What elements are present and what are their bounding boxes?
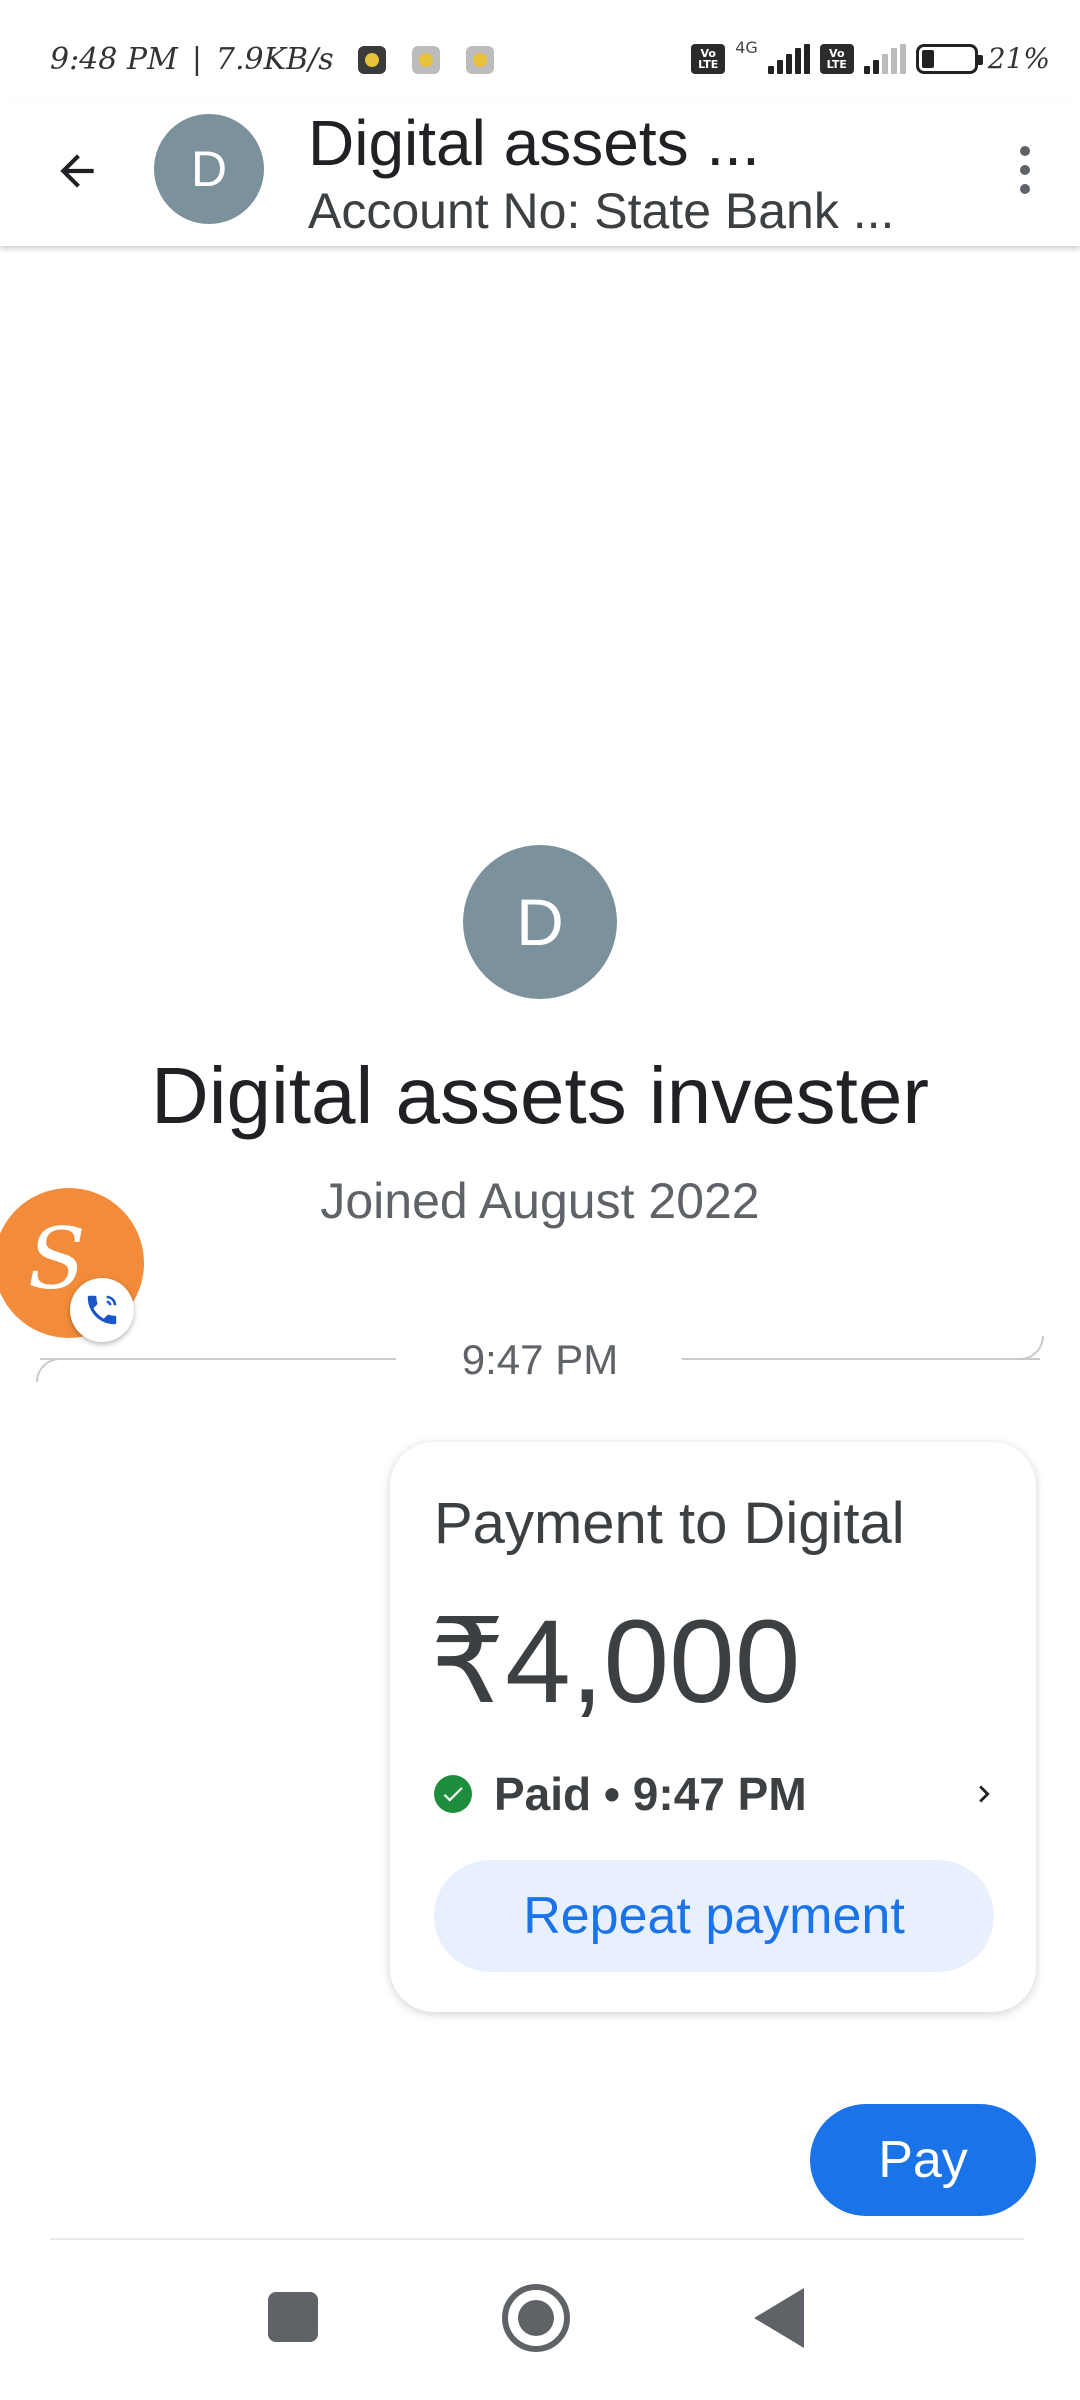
system-nav-bar — [0, 2242, 1080, 2400]
check-circle-icon — [434, 1775, 472, 1813]
divider-line — [682, 1358, 1040, 1360]
status-bar: 9:48 PM | 7.9KB/s Vo LTE 4G Vo LTE 21% — [0, 0, 1080, 100]
header-subtitle[interactable]: Account No: State Bank ... — [308, 182, 894, 240]
home-circle-icon[interactable] — [502, 2284, 570, 2352]
call-badge — [70, 1278, 134, 1342]
phone-call-icon — [87, 1295, 117, 1325]
more-vert-icon-dot — [1020, 146, 1030, 156]
notification-icons — [357, 45, 494, 74]
whatsapp-icon — [357, 45, 386, 74]
signal-icon — [767, 43, 810, 74]
back-triangle-icon[interactable] — [754, 2288, 804, 2348]
bottom-divider — [50, 2238, 1024, 2240]
status-left: 9:48 PM | 7.9KB/s — [50, 42, 494, 77]
header-avatar[interactable]: D — [154, 114, 264, 224]
chevron-right-icon[interactable] — [964, 1774, 1004, 1814]
repeat-payment-button[interactable]: Repeat payment — [434, 1860, 994, 1972]
more-vert-icon-dot — [1020, 165, 1030, 175]
contact-name: Digital assets invester — [150, 1051, 930, 1140]
payment-title: Payment to Digital — [434, 1491, 905, 1556]
battery-level: 21% — [987, 42, 1050, 75]
home-circle-inner — [518, 2300, 554, 2336]
media-app-icon — [465, 45, 494, 74]
payment-status-row[interactable]: Paid • 9:47 PM — [434, 1764, 1004, 1824]
volte-icon: Vo LTE — [691, 43, 726, 74]
header-avatar-letter: D — [190, 141, 228, 197]
floating-chat-head[interactable]: S — [0, 1188, 144, 1342]
app-header: D Digital assets ... Account No: State B… — [0, 100, 1080, 246]
contact-avatar: D — [463, 845, 617, 999]
more-vert-icon-dot — [1020, 184, 1030, 194]
signal-icon-2 — [863, 43, 906, 74]
network-speed: 7.9KB/s — [215, 42, 334, 77]
status-time: 9:48 PM — [50, 42, 178, 77]
arrow-left-icon — [60, 154, 94, 188]
divider-time: 9:47 PM — [461, 1336, 619, 1383]
more-options-button[interactable] — [990, 130, 1060, 210]
header-title[interactable]: Digital assets ... — [308, 106, 760, 180]
status-right: Vo LTE 4G Vo LTE 21% — [691, 38, 1050, 75]
network-type: 4G — [735, 38, 758, 57]
payment-card[interactable]: Payment to Digital ₹4,000 Paid • 9:47 PM… — [390, 1442, 1036, 2012]
contact-avatar-letter: D — [516, 885, 564, 959]
payment-amount: ₹4,000 — [430, 1596, 801, 1728]
volte-icon-2: Vo LTE — [819, 43, 854, 74]
chat-app-icon — [411, 45, 440, 74]
status-separator: | — [191, 42, 202, 77]
joined-date: Joined August 2022 — [320, 1173, 760, 1229]
pay-button[interactable]: Pay — [810, 2104, 1036, 2216]
back-button[interactable] — [40, 134, 114, 208]
battery-icon — [915, 43, 983, 74]
recents-square-icon[interactable] — [268, 2292, 318, 2342]
payment-status: Paid • 9:47 PM — [494, 1768, 807, 1820]
